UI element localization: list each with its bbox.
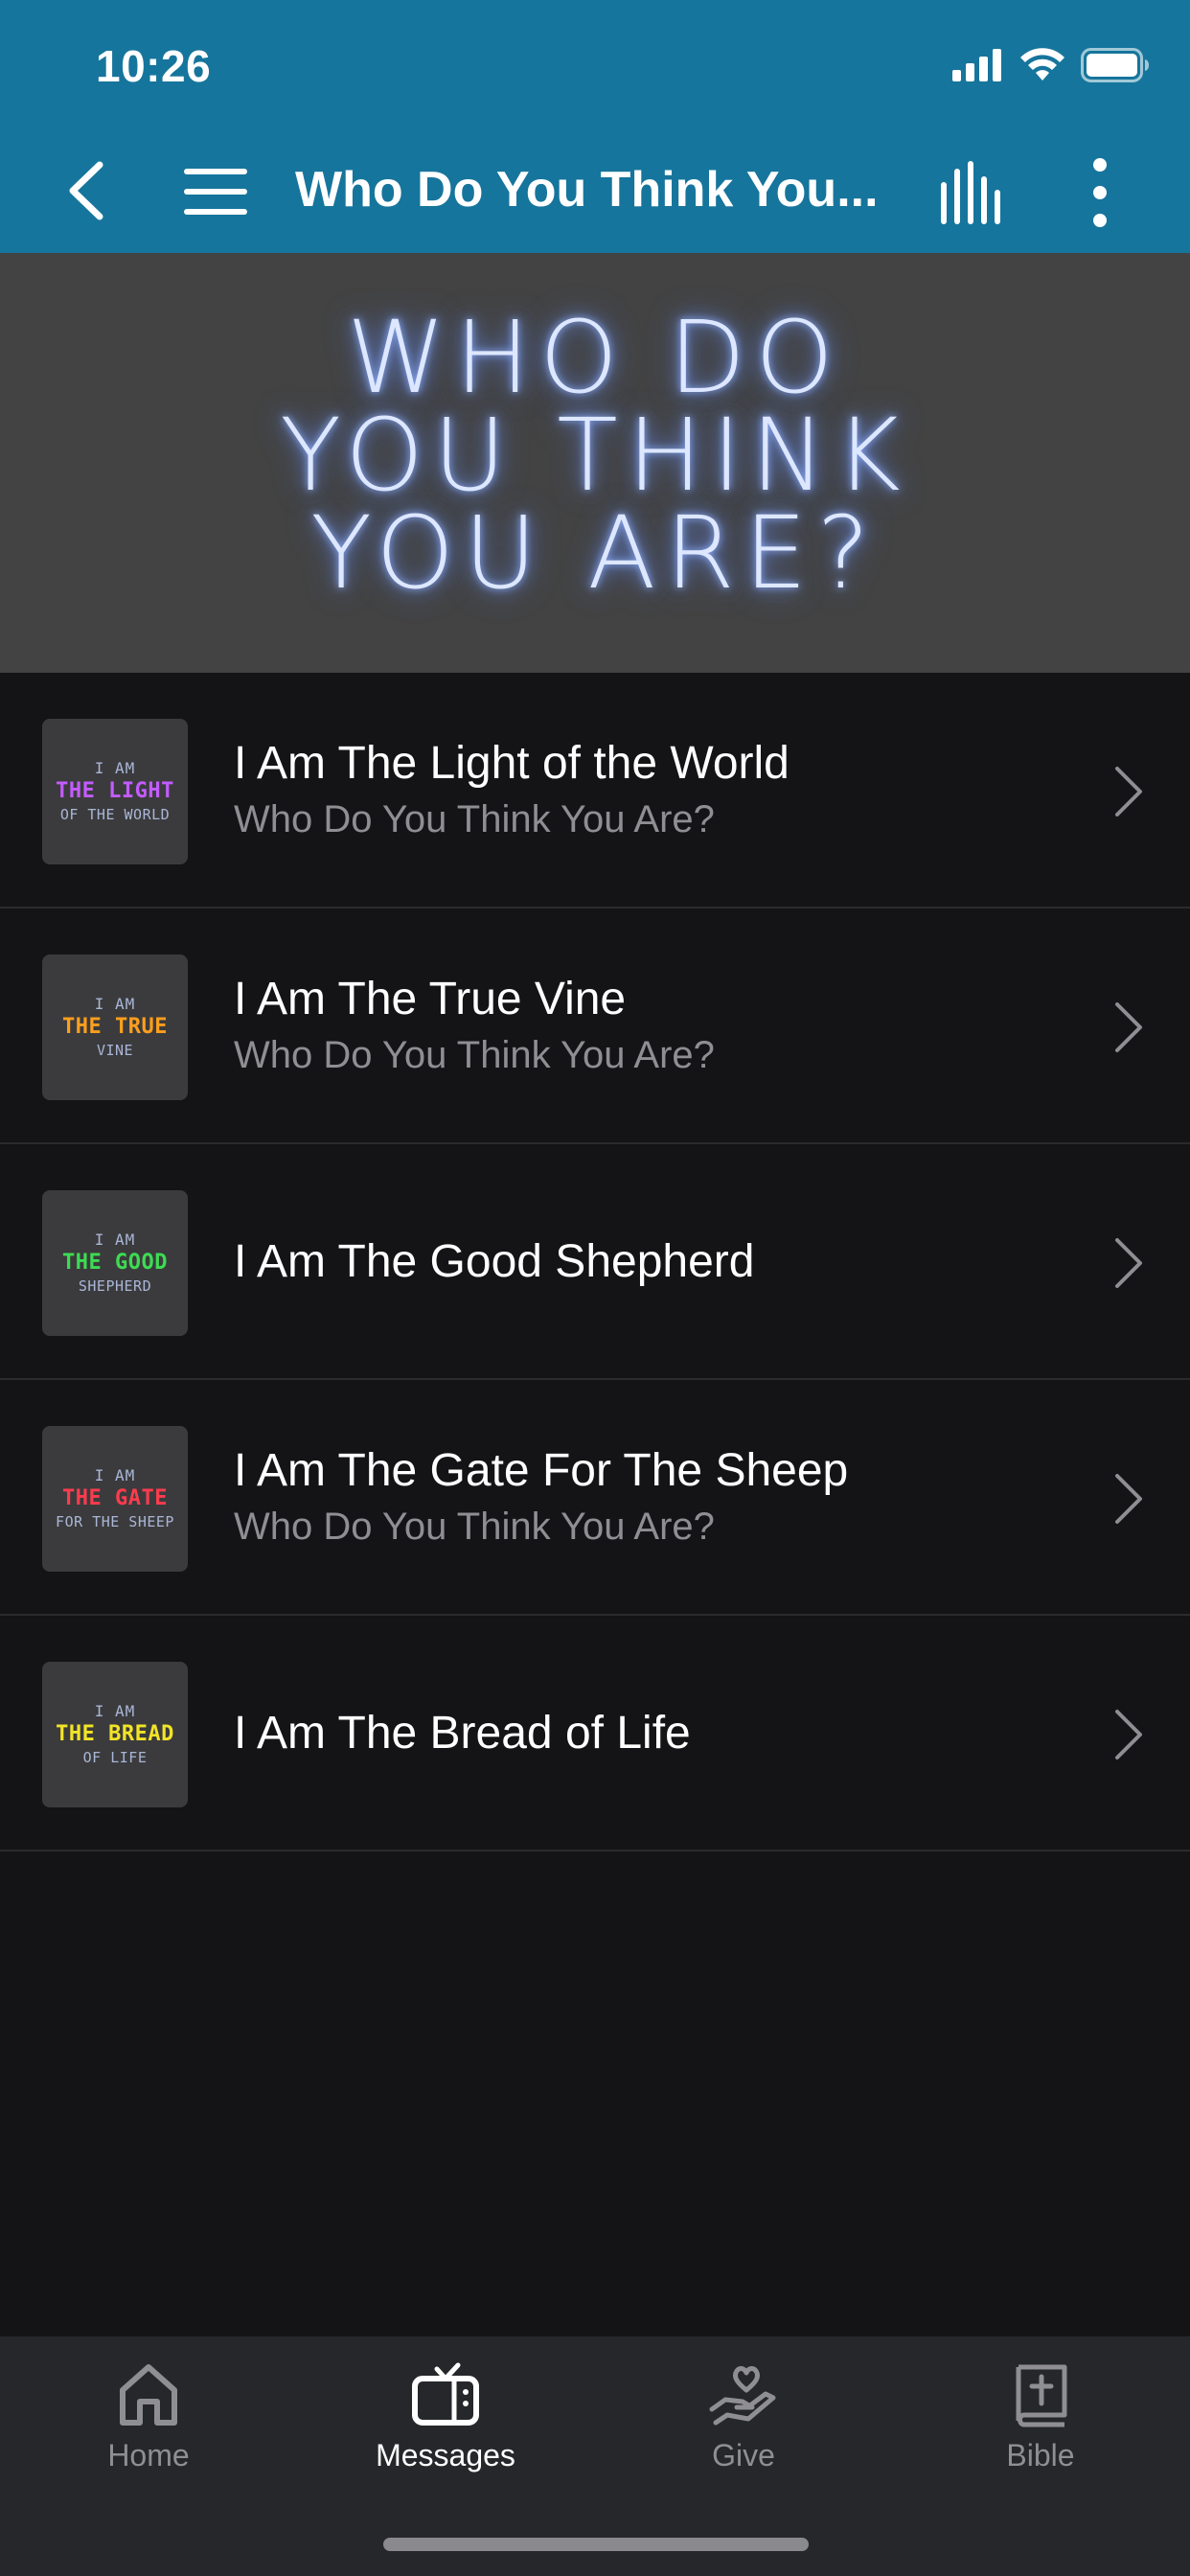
tab-label: Bible [1006, 2438, 1075, 2472]
message-subtitle: Who Do You Think You Are? [234, 1034, 715, 1076]
home-indicator[interactable] [383, 2538, 809, 2551]
tv-icon [412, 2362, 479, 2426]
series-banner: WHO DO YOU THINK YOU ARE? [0, 253, 1190, 673]
home-icon [120, 2364, 177, 2426]
message-thumbnail: I AM THE LIGHT OF THE WORLD [42, 719, 188, 864]
message-thumbnail: I AM THE BREAD OF LIFE [42, 1662, 188, 1807]
battery-icon [1081, 48, 1149, 82]
message-thumbnail: I AM THE GOOD SHEPHERD [42, 1190, 188, 1336]
message-title: I Am The Gate For The Sheep [234, 1445, 849, 1496]
thumbnail-line1: I AM [94, 1466, 136, 1484]
thumbnail-line3: OF THE WORLD [59, 806, 171, 823]
audio-levels-icon[interactable] [937, 159, 1008, 228]
message-thumbnail: I AM THE TRUE VINE [42, 954, 188, 1100]
message-text: I Am The Bread of Life [234, 1616, 1077, 1852]
message-item-bread-of-life[interactable]: I AM THE BREAD OF LIFE I Am The Bread of… [0, 1616, 1190, 1852]
thumbnail-line2: THE BREAD [56, 1722, 174, 1746]
back-arrow-icon[interactable] [59, 157, 117, 224]
chevron-right-icon [1115, 1474, 1142, 1524]
tab-label: Home [107, 2438, 190, 2472]
message-item-good-shepherd[interactable]: I AM THE GOOD SHEPHERD I Am The Good She… [0, 1144, 1190, 1380]
message-text: I Am The Light of the World Who Do You T… [234, 736, 1077, 845]
more-options-icon[interactable] [1083, 157, 1117, 228]
chevron-right-icon [1115, 1710, 1142, 1760]
chevron-right-icon [1115, 1238, 1142, 1288]
tab-bible[interactable]: Bible [892, 2336, 1189, 2509]
wifi-icon [1020, 48, 1064, 80]
status-time: 10:26 [96, 41, 212, 91]
thumbnail-line2: THE LIGHT [56, 779, 174, 803]
hamburger-menu-icon[interactable] [182, 165, 249, 218]
message-title: I Am The Light of the World [234, 738, 790, 789]
tab-messages[interactable]: Messages [297, 2336, 594, 2509]
message-thumbnail: I AM THE GATE FOR THE SHEEP [42, 1426, 188, 1572]
thumbnail-line3: OF LIFE [82, 1749, 148, 1766]
bible-icon [1016, 2364, 1067, 2427]
cellular-signal-icon [952, 49, 1001, 81]
series-banner-title: WHO DO YOU THINK YOU ARE? [280, 299, 910, 611]
message-text: I Am The Good Shepherd [234, 1144, 1077, 1380]
give-heart-hand-icon [709, 2366, 776, 2426]
thumbnail-line1: I AM [94, 1230, 136, 1249]
chevron-right-icon [1115, 767, 1142, 816]
navigation-bar: Who Do You Think You... [0, 144, 1190, 240]
thumbnail-line3: FOR THE SHEEP [56, 1513, 174, 1530]
message-item-light-of-the-world[interactable]: I AM THE LIGHT OF THE WORLD I Am The Lig… [0, 673, 1190, 908]
status-icons [952, 46, 1150, 84]
app-header: 10:26 Who Do You Think You... [0, 0, 1190, 253]
message-item-true-vine[interactable]: I AM THE TRUE VINE I Am The True Vine Wh… [0, 908, 1190, 1144]
tab-label: Messages [376, 2438, 515, 2472]
message-title: I Am The Bread of Life [234, 1708, 691, 1759]
page-title: Who Do You Think You... [295, 162, 879, 218]
thumbnail-line3: SHEPHERD [78, 1277, 152, 1295]
thumbnail-line1: I AM [94, 995, 136, 1013]
tab-home[interactable]: Home [0, 2336, 297, 2509]
thumbnail-line2: THE GATE [62, 1486, 168, 1510]
app-screen: 10:26 Who Do You Think You... WHO DO YOU… [0, 0, 1190, 2576]
message-subtitle: Who Do You Think You Are? [234, 1506, 715, 1548]
thumbnail-line3: VINE [96, 1042, 134, 1059]
chevron-right-icon [1115, 1002, 1142, 1052]
tab-label: Give [712, 2438, 775, 2472]
thumbnail-line1: I AM [94, 759, 136, 777]
message-subtitle: Who Do You Think You Are? [234, 798, 715, 840]
tab-give[interactable]: Give [595, 2336, 892, 2509]
thumbnail-line2: THE GOOD [62, 1251, 168, 1275]
thumbnail-line1: I AM [94, 1702, 136, 1720]
message-text: I Am The Gate For The Sheep Who Do You T… [234, 1443, 1077, 1552]
thumbnail-line2: THE TRUE [62, 1015, 168, 1039]
message-title: I Am The True Vine [234, 974, 627, 1024]
message-text: I Am The True Vine Who Do You Think You … [234, 972, 1077, 1081]
message-list: I AM THE LIGHT OF THE WORLD I Am The Lig… [0, 673, 1190, 1852]
message-title: I Am The Good Shepherd [234, 1236, 755, 1287]
message-item-gate-for-the-sheep[interactable]: I AM THE GATE FOR THE SHEEP I Am The Gat… [0, 1380, 1190, 1616]
